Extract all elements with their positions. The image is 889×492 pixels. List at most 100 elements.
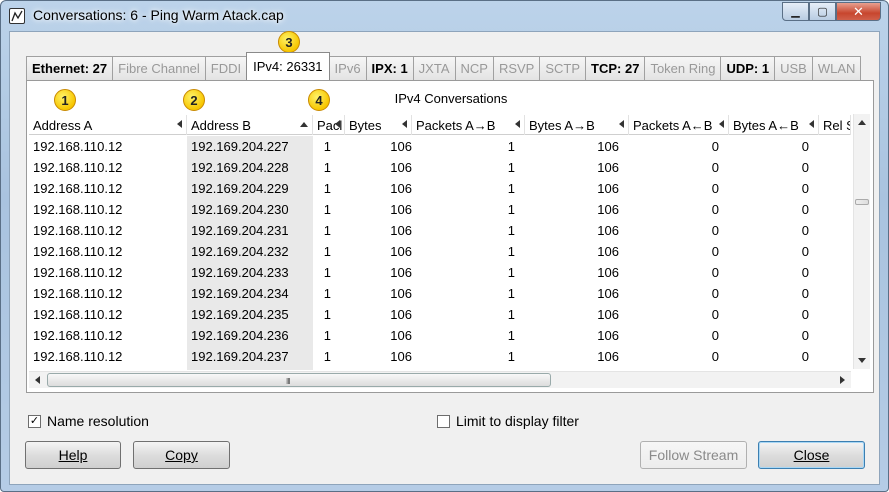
table-cell: 1 [507, 223, 515, 238]
minimize-button[interactable]: ▁ [782, 2, 809, 21]
table-row[interactable]: 192.168.110.12192.169.204.2381106110600 [29, 367, 851, 370]
sort-arrow-icon [619, 120, 624, 128]
copy-button-label: Copy [165, 447, 198, 463]
table-cell: 1 [323, 265, 331, 280]
follow-stream-button[interactable]: Follow Stream [640, 441, 747, 469]
table-cell: 1 [323, 349, 331, 364]
window-close-button[interactable]: ✕ [836, 2, 881, 21]
column-header[interactable]: Packets A→B [412, 115, 525, 135]
column-header[interactable]: Address A [29, 115, 187, 135]
column-header[interactable]: Bytes A←B [729, 115, 819, 135]
table-cell: 0 [801, 265, 809, 280]
title-bar[interactable]: Conversations: 6 - Ping Warm Atack.cap ▁… [1, 1, 888, 31]
vertical-scroll-thumb[interactable] [855, 199, 869, 205]
table-cell: 0 [629, 367, 729, 370]
table-row[interactable]: 192.168.110.12 192.169.204.234 1 106 1 106 0 0 [29, 283, 851, 304]
table-row[interactable]: 192.168.110.12 192.169.204.233 1 106 1 106 0 0 [29, 262, 851, 283]
table-cell: 106 [597, 349, 619, 364]
tab-ethernet[interactable]: Ethernet: 27 [26, 56, 114, 80]
vertical-scrollbar[interactable] [853, 114, 870, 369]
tab-tcp[interactable]: TCP: 27 [585, 56, 646, 80]
table-cell: 1 [323, 181, 331, 196]
table-row[interactable]: 192.168.110.12 192.169.204.232 1 106 1 106 0 0 [29, 241, 851, 262]
tab-ipv6[interactable]: IPv6 [328, 56, 367, 80]
tab-token-ring[interactable]: Token Ring [644, 56, 722, 80]
column-header[interactable]: Rel St [819, 115, 851, 135]
column-header[interactable]: Pacl [313, 115, 345, 135]
annotation-badge-3: 3 [278, 31, 300, 53]
table-cell: 106 [597, 286, 619, 301]
table-cell: 106 [525, 367, 629, 370]
table-cell: 0 [711, 202, 719, 217]
annotation-badge-2: 2 [183, 89, 205, 111]
column-header[interactable]: Packets A←B [629, 115, 729, 135]
table-cell: 106 [597, 160, 619, 175]
tab-usb[interactable]: USB [774, 56, 813, 80]
table-row[interactable]: 192.168.110.12 192.169.204.235 1 106 1 106 0 0 [29, 304, 851, 325]
scroll-down-arrow-icon[interactable] [858, 358, 866, 363]
table-row[interactable]: 192.168.110.12 192.169.204.228 1 106 1 106 0 0 [29, 157, 851, 178]
table-cell: 192.169.204.229 [187, 178, 313, 199]
help-button[interactable]: Help [25, 441, 121, 469]
table-row[interactable]: 192.168.110.12 192.169.204.231 1 106 1 106 0 0 [29, 220, 851, 241]
conversations-table[interactable]: Address A Address B Pacl Bytes Packets A→B By… [29, 115, 851, 370]
table-cell: 192.168.110.12 [33, 139, 123, 154]
limit-filter-option[interactable]: Limit to display filter [437, 413, 579, 429]
tab-wlan[interactable]: WLAN [811, 56, 862, 80]
tab-udp[interactable]: UDP: 1 [720, 56, 776, 80]
copy-button[interactable]: Copy [133, 441, 230, 469]
scroll-left-arrow-icon[interactable] [35, 376, 40, 384]
table-cell: 106 [390, 307, 412, 322]
table-cell: 0 [711, 349, 719, 364]
table-cell: 106 [597, 244, 619, 259]
limit-filter-checkbox[interactable] [437, 414, 450, 428]
table-cell: 192.169.204.233 [187, 262, 313, 283]
tab-fibre-channel[interactable]: Fibre Channel [112, 56, 206, 80]
scroll-right-arrow-icon[interactable] [840, 376, 845, 384]
tab-fddi[interactable]: FDDI [204, 56, 248, 80]
tab-ipx[interactable]: IPX: 1 [365, 56, 414, 80]
column-header-label: Packets A→B [416, 117, 496, 133]
close-button[interactable]: Close [758, 441, 865, 469]
maximize-button[interactable]: ▢ [809, 2, 836, 21]
table-row[interactable]: 192.168.110.12 192.169.204.227 1 106 1 106 0 0 [29, 136, 851, 157]
table-cell: 192.168.110.12 [33, 349, 123, 364]
table-cell: 1 [507, 244, 515, 259]
scroll-up-arrow-icon[interactable] [858, 120, 866, 125]
column-header[interactable]: Bytes A→B [525, 115, 629, 135]
table-cell: 0 [711, 139, 719, 154]
table-cell: 192.168.110.12 [33, 328, 123, 343]
table-cell: 106 [597, 223, 619, 238]
table-cell: 192.169.204.237 [187, 346, 313, 367]
table-row[interactable]: 192.168.110.12 192.169.204.230 1 106 1 106 0 0 [29, 199, 851, 220]
table-cell: 106 [390, 286, 412, 301]
column-header[interactable]: Address B [187, 115, 313, 135]
horizontal-scrollbar[interactable]: III [29, 371, 851, 388]
table-row[interactable]: 192.168.110.12 192.169.204.236 1 106 1 106 0 0 [29, 325, 851, 346]
table-cell: 1 [507, 160, 515, 175]
table-row[interactable]: 192.168.110.12 192.169.204.237 1 106 1 106 0 0 [29, 346, 851, 367]
table-cell: 192.169.204.238 [187, 367, 313, 370]
sort-arrow-icon [300, 122, 308, 127]
tab-jxta[interactable]: JXTA [412, 56, 456, 80]
table-row[interactable]: 192.168.110.12 192.169.204.229 1 106 1 106 0 0 [29, 178, 851, 199]
table-cell: 1 [323, 328, 331, 343]
table-cell: 0 [711, 328, 719, 343]
table-cell: 106 [345, 367, 412, 370]
table-cell: 106 [390, 202, 412, 217]
column-header-label: Address B [191, 117, 251, 133]
column-header[interactable]: Bytes [345, 115, 412, 135]
panel-title: IPv4 Conversations [394, 91, 508, 106]
tab-ncp[interactable]: NCP [454, 56, 494, 80]
table-cell: 0 [801, 328, 809, 343]
table-cell: 106 [597, 265, 619, 280]
tab-sctp[interactable]: SCTP [539, 56, 587, 80]
column-header-label: Bytes [349, 117, 382, 133]
name-resolution-checkbox[interactable]: ✓ [28, 414, 41, 428]
name-resolution-option[interactable]: ✓ Name resolution [28, 413, 149, 429]
tab-ipv4[interactable]: IPv4: 26331 [246, 52, 330, 80]
tab-rsvp[interactable]: RSVP [492, 56, 541, 80]
horizontal-scroll-thumb[interactable]: III [47, 373, 551, 387]
table-cell: 0 [711, 265, 719, 280]
close-button-label: Close [793, 447, 830, 463]
